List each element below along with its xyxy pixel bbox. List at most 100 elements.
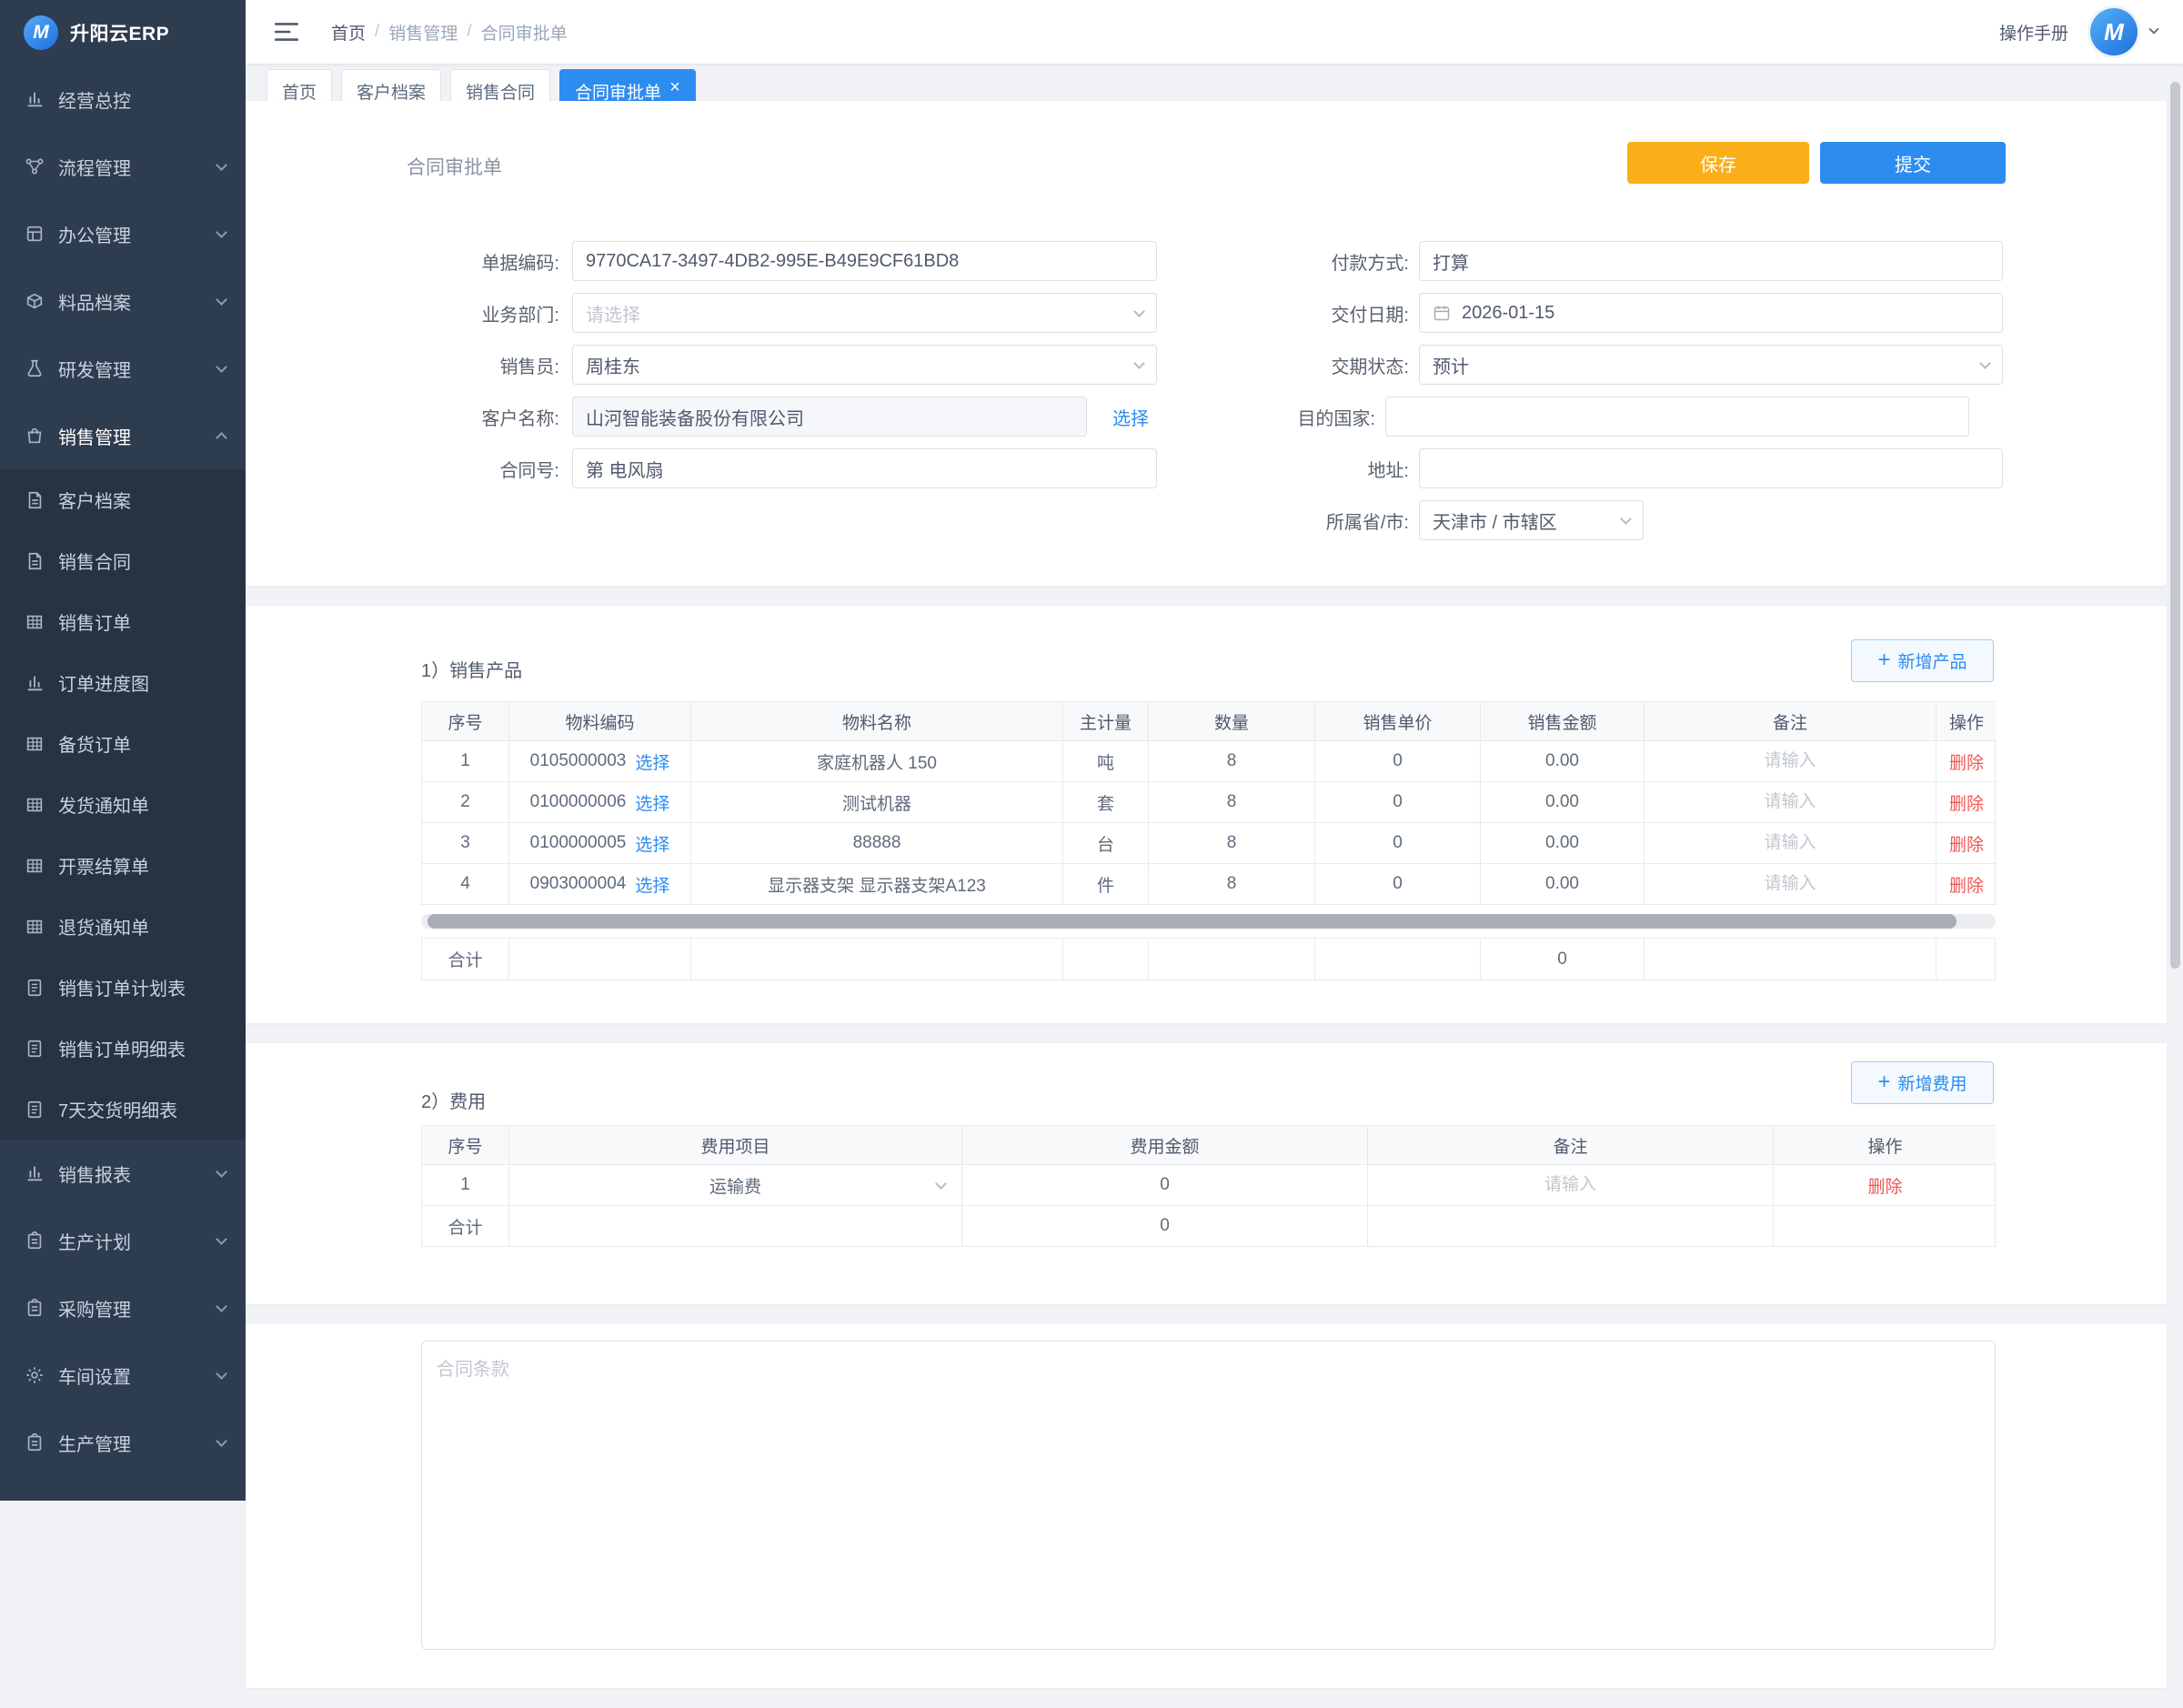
total-amount: 0	[962, 1206, 1368, 1247]
fee-item-select[interactable]: 运输费	[517, 1173, 954, 1198]
doc-code-input[interactable]	[572, 241, 1157, 281]
sidebar-item-return-notice[interactable]: 退货通知单	[0, 896, 246, 957]
breadcrumb-current: 合同审批单	[481, 20, 568, 45]
breadcrumb-separator: /	[467, 22, 471, 42]
remark-input[interactable]	[1659, 833, 1922, 853]
remark-input[interactable]	[1659, 751, 1922, 771]
sidebar-item-delivery-7day-detail[interactable]: 7天交货明细表	[0, 1079, 246, 1140]
sidebar-item-sales-report[interactable]: 销售报表	[0, 1140, 246, 1207]
sidebar-item-business-control[interactable]: 经营总控	[0, 65, 246, 133]
topbar-right: 操作手册 M	[1999, 8, 2158, 55]
sidebar-item-customer-archive[interactable]: 客户档案	[0, 469, 246, 530]
material-select-link[interactable]: 选择	[635, 831, 669, 856]
document-icon	[25, 551, 45, 571]
remark-input[interactable]	[1659, 874, 1922, 894]
dest-country-input[interactable]	[1385, 397, 1969, 437]
sidebar-item-sales-order[interactable]: 销售订单	[0, 591, 246, 652]
fees-table-header: 序号 费用项目 费用金额 备注 操作	[422, 1126, 1995, 1165]
sidebar-item-workshop-settings[interactable]: 车间设置	[0, 1341, 246, 1409]
material-select-link[interactable]: 选择	[635, 872, 669, 897]
form-row: 单据编码: 付款方式:	[350, 241, 2167, 281]
chevron-down-icon[interactable]	[2148, 24, 2158, 34]
province-select[interactable]: 天津市 / 市辖区	[1419, 500, 1644, 540]
province-label: 所属省/市:	[1209, 507, 1419, 534]
delete-row-link[interactable]: 删除	[1949, 749, 1984, 774]
fees-card: 2）费用 + 新增费用 序号 费用项目 费用金额 备注 操作 1	[246, 1043, 2167, 1304]
address-input[interactable]	[1419, 448, 2003, 488]
sidebar-item-sales-contract[interactable]: 销售合同	[0, 530, 246, 591]
sidebar-menu: 经营总控 流程管理 办公管理 料品档案 研发管理 销售管理	[0, 65, 246, 1501]
chevron-down-icon	[216, 1301, 227, 1312]
tab-contract-approval[interactable]: 合同审批单 ×	[559, 69, 696, 101]
flask-icon	[25, 358, 45, 378]
payment-input[interactable]	[1419, 241, 2003, 281]
sidebar-item-process-mgmt[interactable]: 流程管理	[0, 133, 246, 200]
add-fee-button[interactable]: + 新增费用	[1851, 1061, 1994, 1104]
menu-toggle-icon[interactable]	[273, 20, 300, 44]
table-header-cell: 操作	[1774, 1126, 1997, 1165]
form-row: 业务部门: 请选择 交付日期: 2026-01-15	[350, 293, 2167, 333]
delete-row-link[interactable]: 删除	[1949, 872, 1984, 897]
contract-terms-textarea[interactable]	[421, 1341, 1996, 1650]
chevron-down-icon	[216, 1435, 227, 1447]
sidebar-item-invoice-settlement[interactable]: 开票结算单	[0, 835, 246, 896]
tab-sales-contract[interactable]: 销售合同	[450, 69, 550, 101]
sidebar-item-shipping-notice[interactable]: 发货通知单	[0, 774, 246, 835]
breadcrumb-section[interactable]: 销售管理	[388, 20, 458, 45]
salesman-select[interactable]: 周桂东	[572, 345, 1157, 385]
tab-customer-archive[interactable]: 客户档案	[341, 69, 441, 101]
product-row: 3 0100000005选择 88888 台 8 0 0.00 删除	[422, 823, 1995, 864]
delivery-date-input[interactable]: 2026-01-15	[1419, 293, 2003, 333]
close-icon[interactable]: ×	[669, 79, 680, 96]
contract-no-input[interactable]	[572, 448, 1157, 488]
add-product-button[interactable]: + 新增产品	[1851, 639, 1994, 682]
remark-input[interactable]	[1385, 1175, 1756, 1195]
chevron-down-icon	[216, 1233, 227, 1245]
delete-row-link[interactable]: 删除	[1949, 831, 1984, 856]
sidebar: M 升阳云ERP 经营总控 流程管理 办公管理 料品档案 研发管理	[0, 0, 246, 1501]
submit-button[interactable]: 提交	[1820, 142, 2006, 184]
horizontal-scrollbar-track[interactable]	[421, 914, 1996, 929]
save-button[interactable]: 保存	[1627, 142, 1809, 184]
sidebar-item-stock-prep-order[interactable]: 备货订单	[0, 713, 246, 774]
address-label: 地址:	[1209, 456, 1419, 482]
chevron-down-icon	[935, 1178, 947, 1190]
department-select[interactable]: 请选择	[572, 293, 1157, 333]
table-header-cell: 费用金额	[962, 1126, 1368, 1165]
sidebar-item-sales-order-plan[interactable]: 销售订单计划表	[0, 957, 246, 1018]
sidebar-item-office-mgmt[interactable]: 办公管理	[0, 200, 246, 267]
sidebar-item-purchase-mgmt[interactable]: 采购管理	[0, 1274, 246, 1341]
chevron-down-icon	[216, 1166, 227, 1178]
avatar[interactable]: M	[2090, 8, 2138, 55]
logo-icon: M	[24, 15, 58, 50]
delete-row-link[interactable]: 删除	[1949, 790, 1984, 815]
table-header-cell: 物料编码	[509, 702, 691, 741]
office-icon	[25, 224, 45, 244]
delivery-status-select[interactable]: 预计	[1419, 345, 2003, 385]
material-select-link[interactable]: 选择	[635, 790, 669, 815]
app-title: 升阳云ERP	[70, 19, 169, 46]
table-icon	[25, 612, 45, 632]
sidebar-item-sales-order-detail[interactable]: 销售订单明细表	[0, 1018, 246, 1079]
material-select-link[interactable]: 选择	[635, 749, 669, 774]
horizontal-scrollbar-thumb[interactable]	[428, 914, 1957, 929]
workflow-icon	[25, 156, 45, 176]
customer-label: 客户名称:	[350, 404, 572, 430]
table-header-cell: 主计量	[1063, 702, 1149, 741]
sidebar-item-materials-archive[interactable]: 料品档案	[0, 267, 246, 335]
vertical-scrollbar[interactable]	[2170, 82, 2180, 969]
remark-input[interactable]	[1659, 792, 1922, 812]
sidebar-item-production-plan[interactable]: 生产计划	[0, 1207, 246, 1274]
sidebar-item-production-report[interactable]: 生产报表	[0, 1476, 246, 1501]
sidebar-item-rnd-mgmt[interactable]: 研发管理	[0, 335, 246, 402]
sidebar-item-order-progress[interactable]: 订单进度图	[0, 652, 246, 713]
sidebar-item-sales-mgmt[interactable]: 销售管理	[0, 402, 246, 469]
tab-home[interactable]: 首页	[267, 69, 332, 101]
calendar-icon	[1433, 304, 1451, 322]
manual-link[interactable]: 操作手册	[1999, 20, 2068, 45]
customer-select-link[interactable]: 选择	[1112, 404, 1149, 430]
chevron-down-icon	[216, 226, 227, 238]
delete-row-link[interactable]: 删除	[1867, 1173, 1902, 1198]
sidebar-item-production-mgmt[interactable]: 生产管理	[0, 1409, 246, 1476]
breadcrumb-home[interactable]: 首页	[331, 20, 366, 45]
